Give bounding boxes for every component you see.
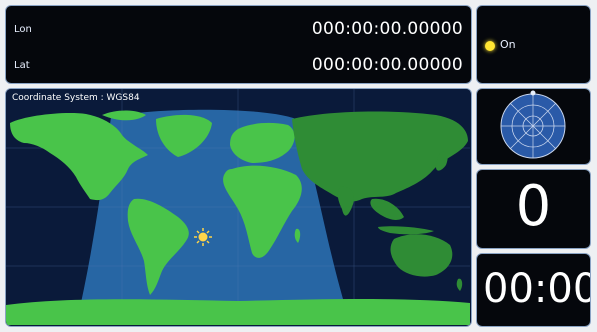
counter-panel: 0	[476, 169, 591, 249]
clock-panel: 00:00	[476, 253, 591, 327]
lat-label: Lat	[14, 60, 30, 71]
coordinate-system-label: Coordinate System : WGS84	[12, 93, 140, 103]
world-map-panel[interactable]: Coordinate System : WGS84	[5, 88, 472, 327]
lon-value: 000:00:00.00000	[311, 19, 463, 39]
world-map	[6, 89, 470, 325]
sky-compass-icon	[500, 90, 566, 159]
status-indicator-icon	[485, 41, 495, 51]
lat-value: 000:00:00.00000	[311, 55, 463, 75]
status-label: On	[500, 38, 516, 51]
counter-value: 0	[515, 174, 552, 239]
status-panel[interactable]: On	[476, 5, 591, 84]
lon-label: Lon	[14, 24, 32, 35]
clock-value: 00:00	[483, 266, 591, 312]
antarctica-landmass	[6, 299, 470, 325]
coordinates-panel: Lon 000:00:00.00000 Lat 000:00:00.00000	[5, 5, 472, 84]
compass-panel	[476, 88, 591, 165]
